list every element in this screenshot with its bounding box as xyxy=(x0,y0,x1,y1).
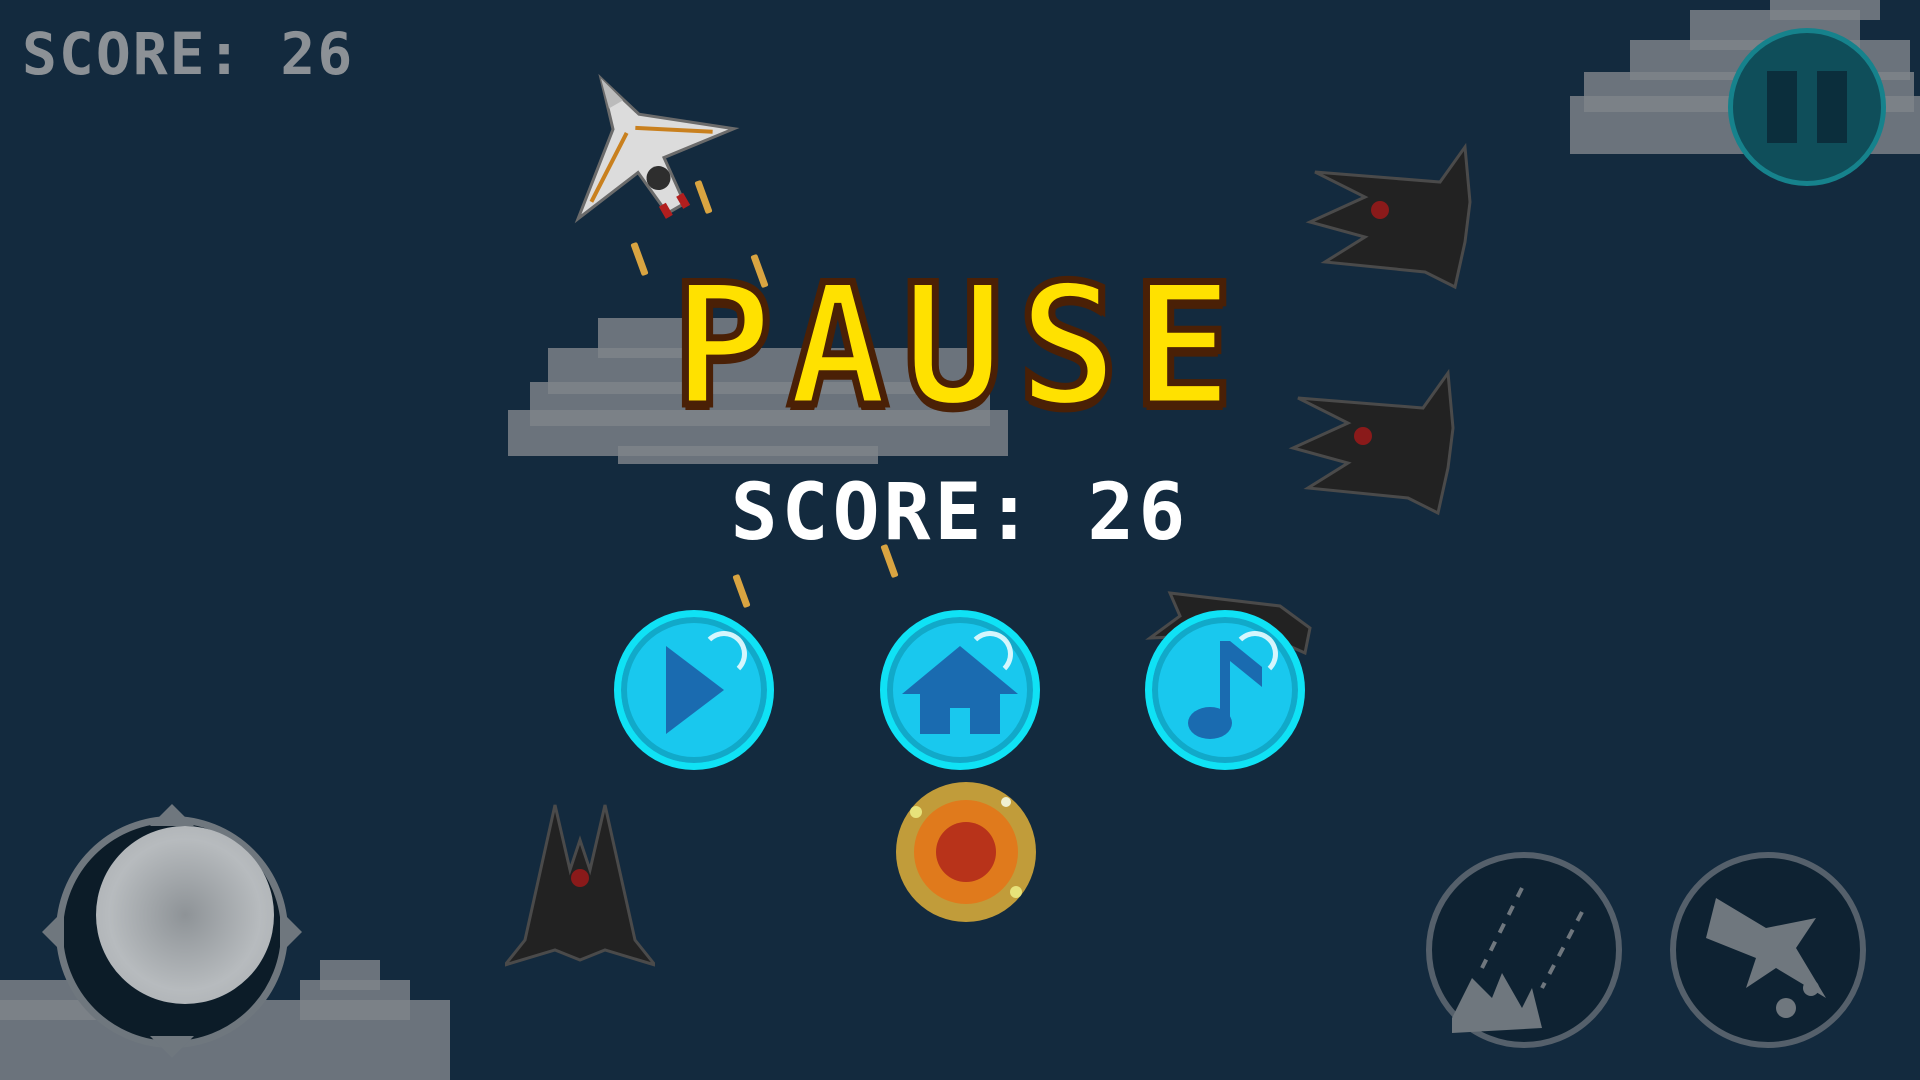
fire-button[interactable] xyxy=(1426,852,1622,1048)
hud-score: SCORE: 26 xyxy=(22,20,355,88)
joystick-arrow-left xyxy=(20,910,64,954)
player-jet xyxy=(574,73,740,224)
joystick-knob[interactable] xyxy=(96,826,274,1004)
enemy-ship xyxy=(505,804,655,967)
joystick-arrow-down xyxy=(150,1036,194,1080)
pause-title: PAUSE xyxy=(669,248,1248,444)
explosion xyxy=(896,782,1036,922)
bullet xyxy=(732,573,751,609)
special-attack-button[interactable] xyxy=(1670,852,1866,1048)
joystick-arrow-up xyxy=(150,782,194,826)
pause-score: SCORE: 26 xyxy=(730,468,1190,558)
jet-special-icon xyxy=(1706,898,1826,1018)
music-button[interactable] xyxy=(1145,610,1305,770)
pause-icon xyxy=(1767,71,1797,143)
resume-button[interactable] xyxy=(614,610,774,770)
joystick-arrow-right xyxy=(280,910,324,954)
home-button[interactable] xyxy=(880,610,1040,770)
pause-button[interactable] xyxy=(1728,28,1886,186)
missile-fire-icon xyxy=(1452,887,1584,1033)
